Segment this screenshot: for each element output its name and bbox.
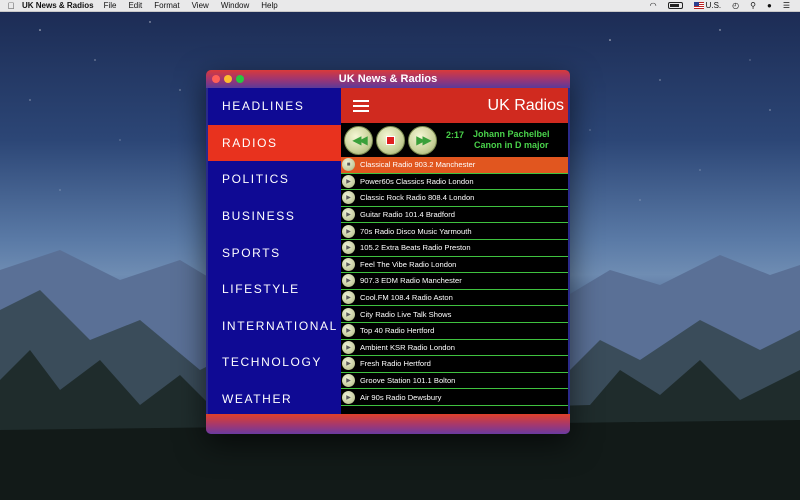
- hamburger-menu-icon[interactable]: [353, 99, 369, 112]
- footer-bar: [206, 414, 570, 434]
- station-name: Ambient KSR Radio London: [360, 342, 455, 352]
- station-row[interactable]: ■ Classical Radio 903.2 Manchester: [341, 157, 568, 174]
- play-icon[interactable]: ▶: [342, 208, 355, 222]
- nav-sports[interactable]: SPORTS: [208, 234, 341, 271]
- app-window: UK News & Radios HEADLINES RADIOS POLITI…: [206, 70, 570, 434]
- radio-panel: UK Radios ◀◀ ▶▶ 2:17 Johann Pachelbel Ca…: [341, 88, 568, 414]
- status-area: ◠ U.S. ◴ ⚲ ● ☰: [650, 1, 800, 10]
- play-icon[interactable]: ▶: [342, 174, 355, 188]
- nav-lifestyle[interactable]: LIFESTYLE: [208, 271, 341, 308]
- play-icon[interactable]: ▶: [342, 191, 355, 205]
- time-machine-icon[interactable]: ◴: [732, 1, 739, 10]
- category-sidebar: HEADLINES RADIOS POLITICS BUSINESS SPORT…: [208, 88, 341, 414]
- rewind-button[interactable]: ◀◀: [344, 125, 373, 155]
- play-icon[interactable]: ▶: [342, 357, 355, 371]
- battery-icon[interactable]: [667, 2, 683, 9]
- station-row[interactable]: ▶ 105.2 Extra Beats Radio Preston: [341, 240, 568, 257]
- station-name: Cool.FM 108.4 Radio Aston: [360, 293, 453, 303]
- station-row[interactable]: ▶ 907.3 EDM Radio Manchester: [341, 273, 568, 290]
- nav-politics[interactable]: POLITICS: [208, 161, 341, 198]
- play-icon[interactable]: ▶: [342, 307, 355, 321]
- minimize-window-button[interactable]: [224, 75, 232, 83]
- menu-edit[interactable]: Edit: [128, 1, 142, 10]
- play-icon[interactable]: ▶: [342, 340, 355, 354]
- station-row[interactable]: ▶ Top 40 Radio Hertford: [341, 323, 568, 340]
- nav-international[interactable]: INTERNATIONAL: [208, 308, 341, 345]
- station-list[interactable]: ■ Classical Radio 903.2 Manchester ▶ Power6…: [341, 157, 568, 414]
- now-playing-info: Johann Pachelbel Canon in D major: [473, 129, 550, 151]
- station-row[interactable]: ▶ Classic Rock Radio 808.4 London: [341, 190, 568, 207]
- section-title: UK Radios: [487, 96, 564, 114]
- station-name: 907.3 EDM Radio Manchester: [360, 276, 462, 286]
- station-name: 105.2 Extra Beats Radio Preston: [360, 243, 471, 253]
- siri-icon[interactable]: ●: [767, 1, 772, 10]
- nav-technology[interactable]: TECHNOLOGY: [208, 344, 341, 381]
- nav-headlines[interactable]: HEADLINES: [208, 88, 341, 125]
- radio-header: UK Radios: [341, 88, 568, 123]
- elapsed-time: 2:17: [446, 130, 465, 140]
- station-row[interactable]: ▶ Guitar Radio 101.4 Bradford: [341, 207, 568, 224]
- station-name: Top 40 Radio Hertford: [360, 326, 435, 336]
- stop-icon: [386, 135, 395, 145]
- input-source-menu[interactable]: U.S.: [693, 1, 721, 10]
- title-bar[interactable]: UK News & Radios: [206, 70, 570, 88]
- wifi-icon[interactable]: ◠: [650, 1, 657, 10]
- station-name: Power60s Classics Radio London: [360, 176, 474, 186]
- menu-view[interactable]: View: [192, 1, 209, 10]
- play-icon[interactable]: ▶: [342, 390, 355, 404]
- play-icon[interactable]: ▶: [342, 291, 355, 305]
- menu-help[interactable]: Help: [261, 1, 277, 10]
- radio-playing-icon[interactable]: ■: [342, 158, 355, 172]
- us-flag-icon: [693, 2, 704, 9]
- apple-menu-icon[interactable]: : [0, 1, 22, 11]
- nav-business[interactable]: BUSINESS: [208, 198, 341, 235]
- station-name: Classical Radio 903.2 Manchester: [360, 160, 476, 170]
- station-row[interactable]: ▶ Ambient KSR Radio London: [341, 340, 568, 357]
- play-icon[interactable]: ▶: [342, 241, 355, 255]
- station-name: Fresh Radio Hertford: [360, 359, 431, 369]
- player-bar: ◀◀ ▶▶ 2:17 Johann Pachelbel Canon in D m…: [341, 123, 568, 157]
- spotlight-search-icon[interactable]: ⚲: [750, 1, 756, 10]
- fast-forward-icon: ▶▶: [416, 133, 432, 147]
- menu-app-name[interactable]: UK News & Radios: [22, 1, 94, 10]
- play-icon[interactable]: ▶: [342, 224, 355, 238]
- window-controls: [212, 75, 244, 83]
- station-row[interactable]: ▶ Groove Station 101.1 Bolton: [341, 373, 568, 390]
- close-window-button[interactable]: [212, 75, 220, 83]
- nav-radios[interactable]: RADIOS: [208, 124, 341, 162]
- stop-button[interactable]: [376, 125, 405, 155]
- station-row[interactable]: ▶ City Radio Live Talk Shows: [341, 306, 568, 323]
- station-name: Feel The Vibe Radio London: [360, 259, 457, 269]
- play-icon[interactable]: ▶: [342, 374, 355, 388]
- station-name: 70s Radio Disco Music Yarmouth: [360, 226, 472, 236]
- station-row[interactable]: ▶ Cool.FM 108.4 Radio Aston: [341, 290, 568, 307]
- play-icon[interactable]: ▶: [342, 257, 355, 271]
- station-row[interactable]: ▶ Fresh Radio Hertford: [341, 356, 568, 373]
- fast-forward-button[interactable]: ▶▶: [408, 125, 437, 155]
- station-name: Guitar Radio 101.4 Bradford: [360, 210, 455, 220]
- menu-file[interactable]: File: [104, 1, 117, 10]
- nav-weather[interactable]: WEATHER: [208, 381, 341, 418]
- play-icon[interactable]: ▶: [342, 274, 355, 288]
- station-row[interactable]: ▶ Air 90s Radio Dewsbury: [341, 389, 568, 406]
- now-playing-track: Canon in D major: [474, 140, 549, 150]
- station-row[interactable]: ▶ Feel The Vibe Radio London: [341, 257, 568, 274]
- station-name: Classic Rock Radio 808.4 London: [360, 193, 475, 203]
- menu-format[interactable]: Format: [154, 1, 179, 10]
- notification-center-icon[interactable]: ☰: [783, 1, 790, 10]
- station-row[interactable]: ▶ 70s Radio Disco Music Yarmouth: [341, 223, 568, 240]
- station-name: Groove Station 101.1 Bolton: [360, 376, 456, 386]
- zoom-window-button[interactable]: [236, 75, 244, 83]
- rewind-icon: ◀◀: [352, 133, 368, 147]
- menu-window[interactable]: Window: [221, 1, 249, 10]
- now-playing-artist: Johann Pachelbel: [473, 129, 550, 139]
- station-name: City Radio Live Talk Shows: [360, 309, 452, 319]
- window-title: UK News & Radios: [338, 73, 438, 85]
- station-name: Air 90s Radio Dewsbury: [360, 392, 442, 402]
- play-icon[interactable]: ▶: [342, 324, 355, 338]
- station-row[interactable]: ▶ Power60s Classics Radio London: [341, 174, 568, 191]
- menu-bar:  UK News & Radios File Edit Format View…: [0, 0, 800, 12]
